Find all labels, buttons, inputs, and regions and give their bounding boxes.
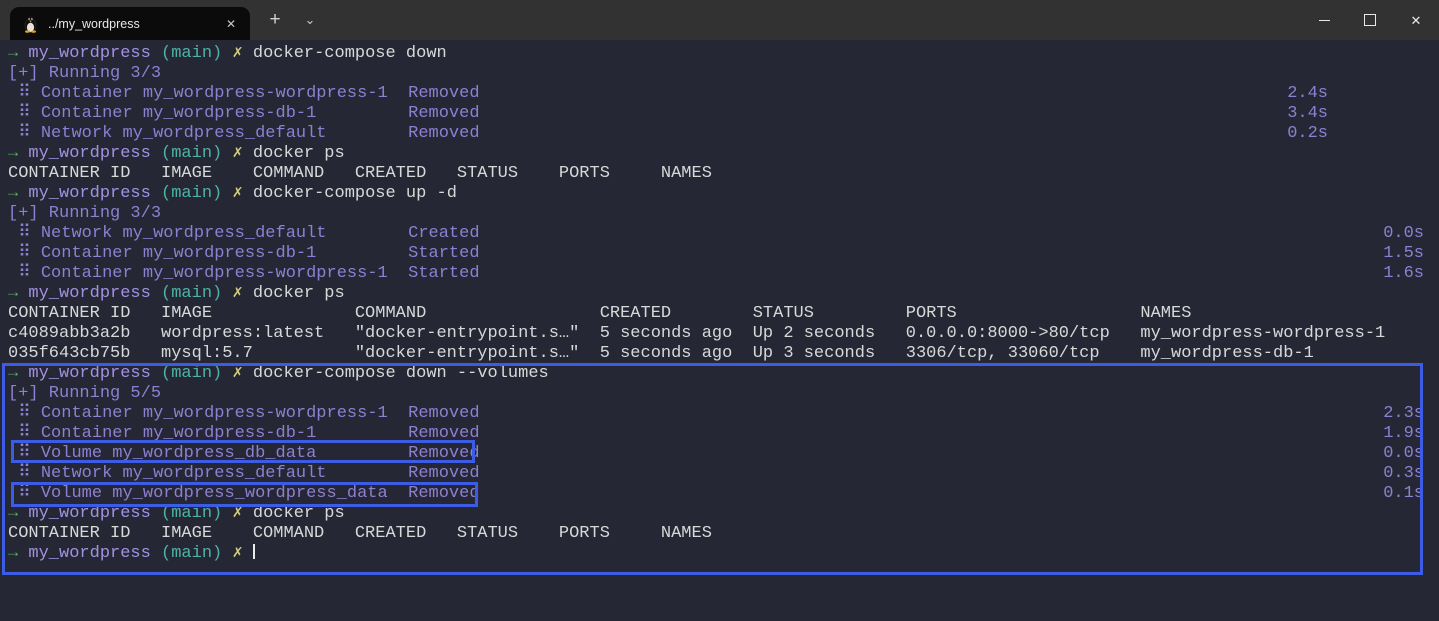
duration-value: 0.0s bbox=[1383, 444, 1424, 464]
terminal-line: ⠿ Network my_wordpress_default Removed0.… bbox=[0, 124, 1439, 144]
terminal-line: ⠿ Volume my_wordpress_wordpress_data Rem… bbox=[0, 484, 1439, 504]
terminal-line: c4089abb3a2b wordpress:latest "docker-en… bbox=[0, 324, 1439, 344]
terminal-line: ⠿ Container my_wordpress-db-1 Removed1.9… bbox=[0, 424, 1439, 444]
duration-value: 0.1s bbox=[1383, 484, 1424, 504]
terminal-line: ⠿ Network my_wordpress_default Created0.… bbox=[0, 224, 1439, 244]
text-cursor bbox=[253, 544, 255, 559]
terminal-viewport[interactable]: → my_wordpress (main) ✗ docker-compose d… bbox=[0, 40, 1439, 621]
maximize-button[interactable] bbox=[1347, 0, 1393, 40]
close-icon: ✕ bbox=[1411, 14, 1422, 27]
terminal-line: [+] Running 3/3 bbox=[0, 204, 1439, 224]
minimize-button[interactable] bbox=[1301, 0, 1347, 40]
tab-close-icon[interactable]: ✕ bbox=[222, 15, 240, 33]
terminal-line: → my_wordpress (main) ✗ docker ps bbox=[0, 144, 1439, 164]
duration-value: 0.0s bbox=[1383, 224, 1424, 244]
terminal-line: ⠿ Volume my_wordpress_db_data Removed0.0… bbox=[0, 444, 1439, 464]
terminal-line: ⠿ Network my_wordpress_default Removed0.… bbox=[0, 464, 1439, 484]
terminal-line: → my_wordpress (main) ✗ docker-compose d… bbox=[0, 364, 1439, 384]
close-button[interactable]: ✕ bbox=[1393, 0, 1439, 40]
titlebar[interactable]: ../my_wordpress ✕ + ⌄ ✕ bbox=[0, 0, 1439, 40]
terminal-line: ⠿ Container my_wordpress-wordpress-1 Rem… bbox=[0, 404, 1439, 424]
terminal-line: ⠿ Container my_wordpress-wordpress-1 Rem… bbox=[0, 84, 1439, 104]
new-tab-button[interactable]: + bbox=[260, 8, 290, 34]
terminal-tab[interactable]: ../my_wordpress ✕ bbox=[10, 7, 250, 40]
duration-value: 0.3s bbox=[1383, 464, 1424, 484]
terminal-line: [+] Running 5/5 bbox=[0, 384, 1439, 404]
maximize-icon bbox=[1364, 14, 1376, 26]
duration-value: 3.4s bbox=[1287, 104, 1328, 124]
duration-value: 0.2s bbox=[1287, 124, 1328, 144]
duration-value: 2.3s bbox=[1383, 404, 1424, 424]
terminal-line: CONTAINER ID IMAGE COMMAND CREATED STATU… bbox=[0, 524, 1439, 544]
terminal-line: → my_wordpress (main) ✗ docker ps bbox=[0, 504, 1439, 524]
terminal-line: ⠿ Container my_wordpress-db-1 Started1.5… bbox=[0, 244, 1439, 264]
tux-linux-icon bbox=[23, 15, 38, 33]
window-controls: ✕ bbox=[1301, 0, 1439, 40]
terminal-line: → my_wordpress (main) ✗ bbox=[0, 544, 1439, 564]
terminal-line: → my_wordpress (main) ✗ docker-compose d… bbox=[0, 44, 1439, 64]
duration-value: 2.4s bbox=[1287, 84, 1328, 104]
terminal-line: → my_wordpress (main) ✗ docker-compose u… bbox=[0, 184, 1439, 204]
terminal-line: 035f643cb75b mysql:5.7 "docker-entrypoin… bbox=[0, 344, 1439, 364]
duration-value: 1.6s bbox=[1383, 264, 1424, 284]
duration-value: 1.9s bbox=[1383, 424, 1424, 444]
terminal-line: [+] Running 3/3 bbox=[0, 64, 1439, 84]
terminal-line: CONTAINER ID IMAGE COMMAND CREATED STATU… bbox=[0, 164, 1439, 184]
tab-title: ../my_wordpress bbox=[48, 17, 222, 31]
terminal-line: CONTAINER ID IMAGE COMMAND CREATED STATU… bbox=[0, 304, 1439, 324]
terminal-line: ⠿ Container my_wordpress-db-1 Removed3.4… bbox=[0, 104, 1439, 124]
tab-dropdown-button[interactable]: ⌄ bbox=[296, 8, 324, 34]
terminal-line: → my_wordpress (main) ✗ docker ps bbox=[0, 284, 1439, 304]
duration-value: 1.5s bbox=[1383, 244, 1424, 264]
minimize-icon bbox=[1319, 20, 1330, 21]
terminal-line: ⠿ Container my_wordpress-wordpress-1 Sta… bbox=[0, 264, 1439, 284]
